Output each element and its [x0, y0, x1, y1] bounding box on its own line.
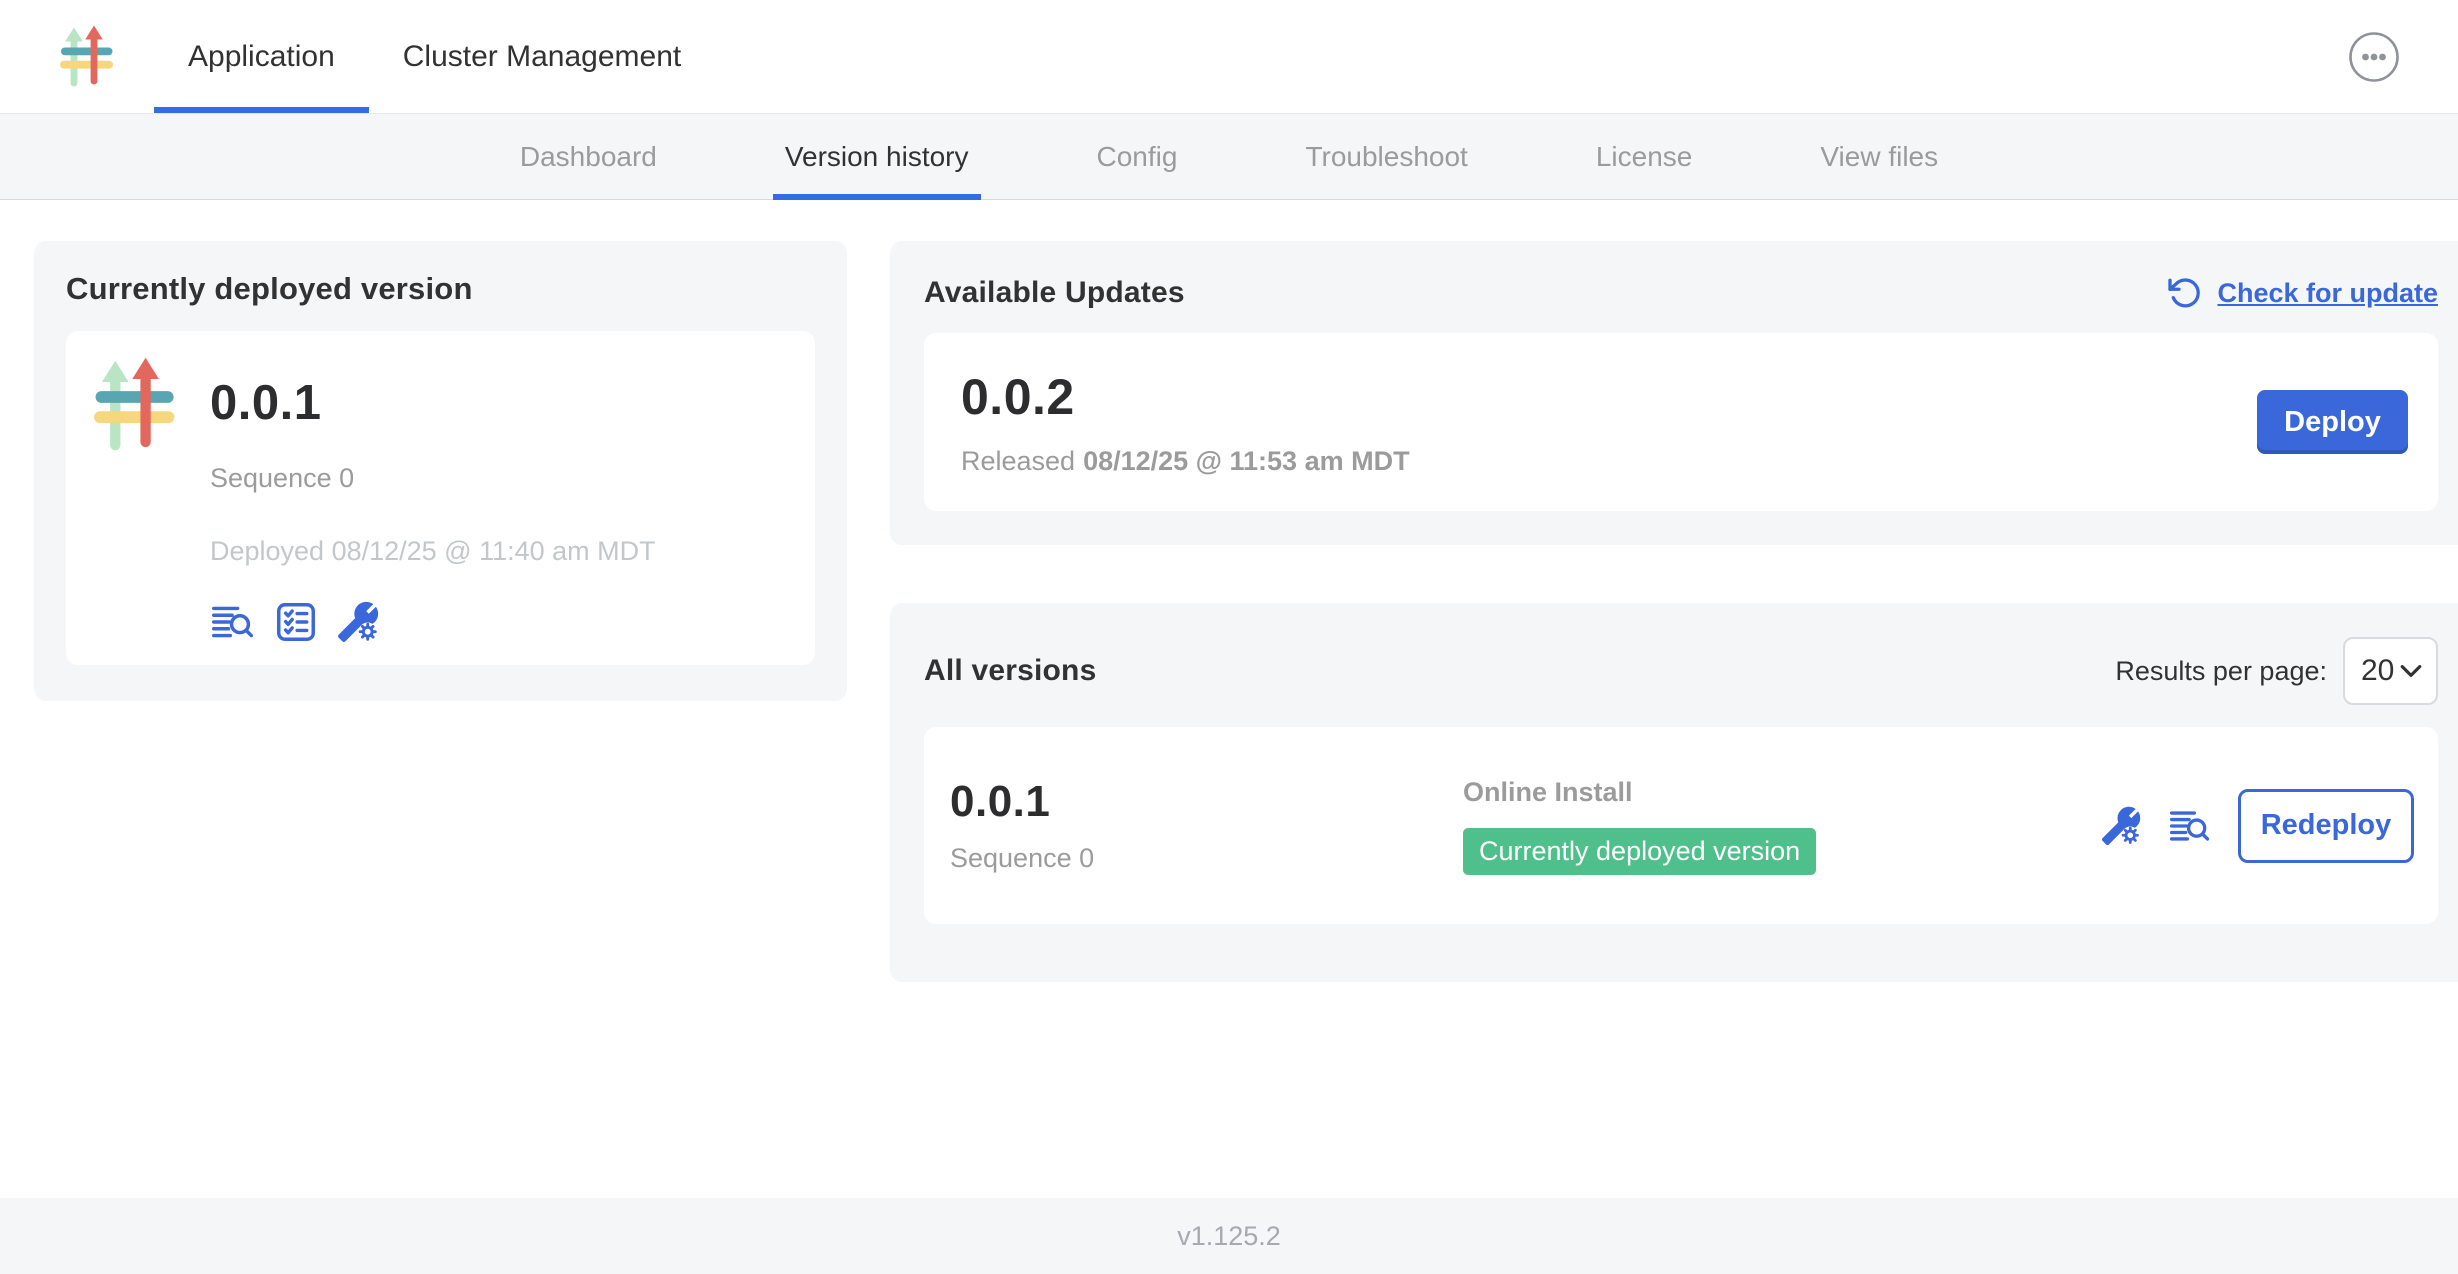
refresh-icon	[2167, 275, 2203, 311]
available-update-row: 0.0.2 Released 08/12/25 @ 11:53 am MDT De…	[924, 333, 2438, 511]
redeploy-button[interactable]: Redeploy	[2238, 789, 2414, 863]
check-for-update-label: Check for update	[2217, 278, 2438, 309]
subnav-tab-config[interactable]: Config	[1085, 114, 1190, 199]
row-sequence: Sequence 0	[950, 843, 1463, 874]
deployed-version-actions	[210, 599, 656, 645]
console-version: v1.125.2	[1177, 1221, 1281, 1252]
subnav-tab-troubleshoot[interactable]: Troubleshoot	[1293, 114, 1479, 199]
check-for-update-link[interactable]: Check for update	[2167, 275, 2438, 311]
version-history-page: Currently deployed version 0.0.1 Sequenc…	[0, 200, 2458, 1198]
subnav-tab-view-files[interactable]: View files	[1808, 114, 1950, 199]
available-updates-card: Available Updates Check for update 0.0.2…	[890, 241, 2458, 545]
currently-deployed-title: Currently deployed version	[66, 271, 815, 307]
app-subnav: Dashboard Version history Config Trouble…	[0, 113, 2458, 200]
tab-application[interactable]: Application	[154, 0, 369, 113]
results-per-page-select[interactable]: 20	[2343, 637, 2438, 705]
ellipsis-icon	[2348, 31, 2400, 83]
preflight-checks-icon[interactable]	[273, 599, 319, 645]
overflow-menu-button[interactable]	[2348, 31, 2400, 83]
released-prefix: Released	[961, 446, 1075, 476]
tab-cluster-management[interactable]: Cluster Management	[369, 0, 715, 113]
config-icon[interactable]	[2100, 805, 2142, 847]
update-version-number: 0.0.2	[961, 368, 1410, 426]
update-released-line: Released 08/12/25 @ 11:53 am MDT	[961, 446, 1410, 477]
currently-deployed-badge: Currently deployed version	[1463, 828, 1816, 875]
results-per-page-label: Results per page:	[2115, 656, 2327, 687]
results-per-page: Results per page: 20	[2115, 637, 2438, 705]
app-header: Application Cluster Management	[0, 0, 2458, 113]
header-nav: Application Cluster Management	[154, 0, 715, 113]
chevron-down-icon	[2400, 664, 2422, 678]
install-type: Online Install	[1463, 777, 2100, 808]
deployed-sequence: Sequence 0	[210, 463, 656, 494]
right-column: Available Updates Check for update 0.0.2…	[890, 241, 2458, 982]
subnav-tab-version-history[interactable]: Version history	[773, 114, 981, 199]
released-timestamp: 08/12/25 @ 11:53 am MDT	[1083, 446, 1410, 476]
deploy-logs-icon[interactable]	[210, 600, 256, 644]
deployed-version-panel: 0.0.1 Sequence 0 Deployed 08/12/25 @ 11:…	[66, 331, 815, 665]
subnav-tab-license[interactable]: License	[1584, 114, 1705, 199]
deployed-timestamp: Deployed 08/12/25 @ 11:40 am MDT	[210, 536, 656, 567]
app-logo-icon	[60, 25, 118, 89]
results-per-page-value: 20	[2361, 654, 2394, 688]
all-versions-title: All versions	[924, 654, 1096, 688]
subnav-tab-dashboard[interactable]: Dashboard	[508, 114, 669, 199]
app-footer: v1.125.2	[0, 1198, 2458, 1274]
deployed-version-number: 0.0.1	[210, 375, 656, 431]
row-actions: Redeploy	[2100, 789, 2414, 863]
currently-deployed-card: Currently deployed version 0.0.1 Sequenc…	[34, 241, 847, 701]
all-versions-card: All versions Results per page: 20 0.0.1 …	[890, 603, 2458, 982]
available-updates-title: Available Updates	[924, 276, 1185, 310]
config-icon[interactable]	[336, 600, 380, 644]
app-logo-icon	[94, 357, 182, 454]
deploy-logs-icon[interactable]	[2168, 805, 2212, 847]
deploy-button[interactable]: Deploy	[2257, 390, 2408, 454]
row-version-number: 0.0.1	[950, 777, 1463, 827]
version-row: 0.0.1 Sequence 0 Online Install Currentl…	[924, 727, 2438, 924]
